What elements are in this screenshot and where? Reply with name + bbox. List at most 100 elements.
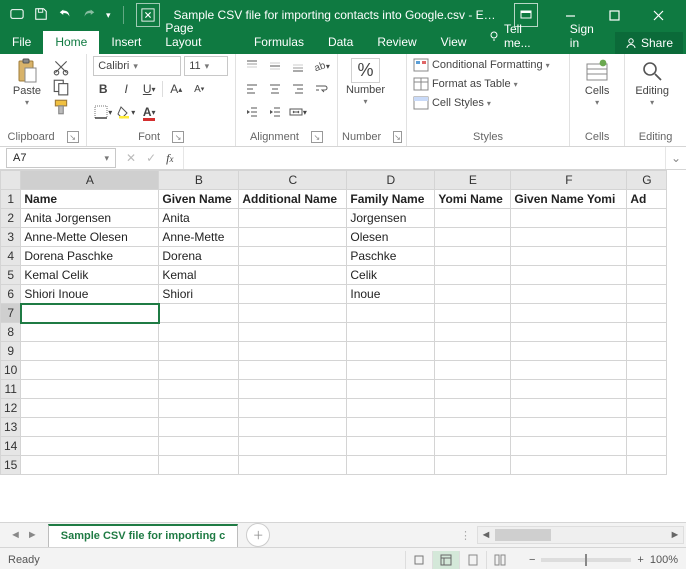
zoom-level[interactable]: 100% — [650, 554, 678, 566]
merge-center-icon[interactable]: ▾ — [288, 102, 308, 122]
cell[interactable] — [511, 437, 627, 456]
cell[interactable] — [347, 399, 435, 418]
cell[interactable]: Kemal Celik — [21, 266, 159, 285]
cell[interactable] — [239, 209, 347, 228]
cell[interactable] — [159, 323, 239, 342]
cell[interactable] — [627, 361, 667, 380]
cell[interactable] — [159, 304, 239, 323]
column-header[interactable]: G — [627, 171, 667, 190]
cell[interactable] — [347, 361, 435, 380]
cell[interactable] — [511, 323, 627, 342]
cell[interactable] — [435, 418, 511, 437]
borders-icon[interactable]: ▾ — [93, 102, 113, 122]
wrap-text-icon[interactable] — [311, 79, 331, 99]
cell[interactable] — [159, 361, 239, 380]
cell[interactable] — [627, 342, 667, 361]
tab-data[interactable]: Data — [316, 31, 365, 54]
align-bottom-icon[interactable] — [288, 56, 308, 76]
row-header[interactable]: 15 — [1, 456, 21, 475]
cell[interactable] — [627, 437, 667, 456]
bold-button[interactable]: B — [93, 79, 113, 99]
cell[interactable] — [435, 380, 511, 399]
cell[interactable] — [159, 342, 239, 361]
cell[interactable]: Anita — [159, 209, 239, 228]
conditional-formatting-button[interactable]: Conditional Formatting▾ — [413, 58, 550, 72]
cell[interactable] — [627, 399, 667, 418]
page-break-view-icon[interactable] — [486, 551, 513, 569]
row-header[interactable]: 14 — [1, 437, 21, 456]
page-layout-view-icon[interactable] — [459, 551, 486, 569]
cell[interactable] — [511, 209, 627, 228]
cell[interactable]: Yomi Name — [435, 190, 511, 209]
cell[interactable]: Anne-Mette Olesen — [21, 228, 159, 247]
zoom-in-button[interactable]: + — [637, 554, 643, 566]
cell-styles-button[interactable]: Cell Styles▾ — [413, 96, 550, 110]
cell[interactable] — [239, 266, 347, 285]
zoom-slider[interactable] — [541, 558, 631, 562]
cell[interactable] — [435, 247, 511, 266]
cell[interactable] — [627, 323, 667, 342]
tab-formulas[interactable]: Formulas — [242, 31, 316, 54]
close-button[interactable] — [636, 0, 680, 30]
cell[interactable] — [239, 285, 347, 304]
cell[interactable] — [239, 399, 347, 418]
format-as-table-button[interactable]: Format as Table▾ — [413, 77, 550, 91]
font-size-combo[interactable]: 11▾ — [184, 56, 228, 76]
insert-function-icon[interactable]: fx — [166, 151, 173, 166]
cell[interactable] — [511, 247, 627, 266]
cell[interactable] — [239, 304, 347, 323]
cell[interactable]: Additional Name — [239, 190, 347, 209]
cell[interactable] — [435, 437, 511, 456]
align-middle-icon[interactable] — [265, 56, 285, 76]
tab-file[interactable]: File — [0, 31, 43, 54]
cell[interactable] — [239, 323, 347, 342]
cell[interactable] — [347, 380, 435, 399]
row-header[interactable]: 5 — [1, 266, 21, 285]
autosave-toggle-icon[interactable] — [10, 7, 24, 24]
normal-view-icon[interactable] — [432, 551, 459, 569]
sign-in-link[interactable]: Sign in — [560, 18, 615, 54]
cell[interactable] — [627, 228, 667, 247]
editing-button[interactable]: Editing▾ — [631, 56, 673, 107]
cell[interactable] — [239, 342, 347, 361]
cell[interactable] — [21, 361, 159, 380]
tab-page-layout[interactable]: Page Layout — [153, 17, 242, 54]
column-header[interactable]: A — [21, 171, 159, 190]
tab-home[interactable]: Home — [43, 31, 99, 54]
cell[interactable] — [627, 285, 667, 304]
cell[interactable] — [511, 361, 627, 380]
cell[interactable]: Kemal — [159, 266, 239, 285]
paste-button[interactable]: Paste▾ — [6, 56, 48, 107]
column-header[interactable]: D — [347, 171, 435, 190]
scroll-left-icon[interactable]: ◄ — [478, 529, 494, 541]
cell[interactable] — [435, 228, 511, 247]
align-left-icon[interactable] — [242, 79, 262, 99]
cell[interactable] — [511, 342, 627, 361]
scroll-right-icon[interactable]: ► — [667, 529, 683, 541]
cell[interactable] — [21, 380, 159, 399]
cell[interactable] — [511, 228, 627, 247]
cell[interactable] — [347, 418, 435, 437]
qat-customize-icon[interactable]: ▾ — [106, 10, 111, 21]
expand-formula-bar-icon[interactable]: ⌄ — [665, 147, 686, 169]
cell[interactable] — [159, 418, 239, 437]
cell[interactable] — [627, 456, 667, 475]
row-header[interactable]: 6 — [1, 285, 21, 304]
column-header[interactable]: C — [239, 171, 347, 190]
cell[interactable]: Anne-Mette — [159, 228, 239, 247]
align-top-icon[interactable] — [242, 56, 262, 76]
row-header[interactable]: 7 — [1, 304, 21, 323]
number-format-button[interactable]: % Number▾ — [344, 56, 387, 106]
tab-view[interactable]: View — [429, 31, 479, 54]
cell[interactable] — [435, 304, 511, 323]
cell[interactable] — [239, 247, 347, 266]
italic-button[interactable]: I — [116, 79, 136, 99]
cell[interactable]: Shiori — [159, 285, 239, 304]
cell[interactable]: Ad — [627, 190, 667, 209]
worksheet-grid[interactable]: ABCDEFG1NameGiven NameAdditional NameFam… — [0, 170, 686, 522]
cell[interactable]: Given Name Yomi — [511, 190, 627, 209]
column-header[interactable]: E — [435, 171, 511, 190]
share-button[interactable]: Share — [615, 32, 683, 54]
tab-scroll-right-icon[interactable]: ► — [27, 529, 38, 541]
formula-bar[interactable] — [183, 147, 665, 169]
